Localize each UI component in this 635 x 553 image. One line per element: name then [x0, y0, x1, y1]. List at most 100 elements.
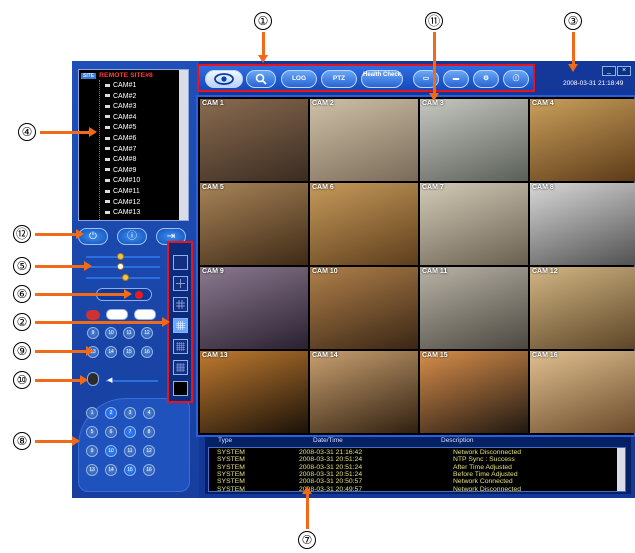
health-check-button[interactable]: Health Check	[361, 70, 403, 88]
channel-button[interactable]: 16	[141, 346, 153, 358]
ptz-channel-button[interactable]: 8	[143, 426, 155, 438]
tree-camera-item[interactable]: CAM#13	[105, 209, 140, 216]
log-cell: 2008-03-31 20:50:57	[299, 478, 363, 486]
minimize-button[interactable]: _	[602, 66, 616, 76]
search-button[interactable]	[246, 70, 276, 88]
site-name: REMOTE SITE#8	[99, 72, 153, 79]
ptz-channel-button[interactable]: 1	[86, 407, 98, 419]
log-cell: SYSTEM	[217, 478, 245, 486]
camera-view[interactable]: CAM 6	[310, 183, 418, 265]
callout-9: ⑨	[13, 342, 31, 360]
callout-5: ⑤	[13, 257, 31, 275]
sequence-icon[interactable]	[86, 310, 100, 320]
camera-label: CAM 11	[422, 268, 448, 275]
channel-button[interactable]: 14	[105, 346, 117, 358]
color-knob[interactable]	[122, 274, 129, 281]
camera-view[interactable]: CAM 16	[530, 351, 635, 433]
ptz-channel-button[interactable]: 14	[105, 464, 117, 476]
gear-icon: ⚙	[483, 75, 489, 82]
ptz-channel-button[interactable]: 16	[143, 464, 155, 476]
camera-view[interactable]: CAM 7	[420, 183, 528, 265]
tree-camera-item[interactable]: CAM#1	[105, 82, 136, 89]
log-button[interactable]: LOG	[281, 70, 317, 88]
camera-view[interactable]: CAM 5	[200, 183, 308, 265]
camera-view[interactable]: CAM 11	[420, 267, 528, 349]
brightness-knob[interactable]	[117, 253, 124, 260]
close-button[interactable]: ×	[617, 66, 631, 76]
tree-scrollbar[interactable]	[179, 70, 188, 220]
volume-slider[interactable]	[106, 380, 158, 382]
camera-view[interactable]: CAM 13	[200, 351, 308, 433]
ptz-channel-button[interactable]: 6	[105, 426, 117, 438]
camera-tree[interactable]: SITE REMOTE SITE#8 CAM#1 CAM#2 CAM#3 CAM#4 CA…	[78, 69, 189, 221]
layout-16-button[interactable]	[173, 318, 188, 333]
ptz-channel-button[interactable]: 10	[105, 445, 117, 457]
camera-view[interactable]: CAM 12	[530, 267, 635, 349]
tree-camera-item[interactable]: CAM#4	[105, 114, 136, 121]
layout-1-button[interactable]	[173, 255, 188, 270]
camera-label: CAM 2	[312, 100, 334, 107]
tree-camera-item[interactable]: CAM#10	[105, 177, 140, 184]
camera-view[interactable]: CAM 14	[310, 351, 418, 433]
ptz-channel-button[interactable]: 12	[143, 445, 155, 457]
tree-camera-item[interactable]: CAM#8	[105, 156, 136, 163]
log-list[interactable]: SYSTEM 2008-03-31 21:16:42 Network Disconn…	[208, 447, 626, 492]
camera-view[interactable]: CAM 2	[310, 99, 418, 181]
log-cell: NTP Sync : Success	[453, 456, 515, 464]
ptz-channel-button[interactable]: 3	[124, 407, 136, 419]
arrow-11	[429, 32, 439, 101]
tree-camera-item[interactable]: CAM#7	[105, 146, 136, 153]
grid-25-icon	[176, 342, 185, 351]
camera-label: CAM 15	[422, 352, 448, 359]
arrow-8	[35, 436, 80, 446]
arrow-6	[35, 289, 132, 299]
channel-button[interactable]: 11	[123, 327, 135, 339]
contrast-knob[interactable]	[117, 263, 124, 270]
ptz-channel-button[interactable]: 5	[86, 426, 98, 438]
camera-view[interactable]: CAM 9	[200, 267, 308, 349]
tree-camera-item[interactable]: CAM#6	[105, 135, 136, 142]
ptz-channel-button[interactable]: 9	[86, 445, 98, 457]
channel-button[interactable]: 15	[123, 346, 135, 358]
camera-view[interactable]: CAM 4	[530, 99, 635, 181]
log-cell: SYSTEM	[217, 456, 245, 464]
ptz-channel-button[interactable]: 11	[124, 445, 136, 457]
microphone-icon[interactable]	[87, 372, 99, 386]
camera-view[interactable]: CAM 15	[420, 351, 528, 433]
ptz-channel-button[interactable]: 4	[143, 407, 155, 419]
tree-camera-item[interactable]: CAM#2	[105, 93, 136, 100]
layout-4-button[interactable]	[173, 276, 188, 291]
camera-view[interactable]: CAM 10	[310, 267, 418, 349]
tree-camera-item[interactable]: CAM#11	[105, 188, 140, 195]
tree-camera-item[interactable]: CAM#12	[105, 199, 140, 206]
split-5-8-button[interactable]	[134, 309, 156, 320]
tree-camera-item[interactable]: CAM#9	[105, 167, 136, 174]
ptz-button[interactable]: PTZ	[321, 70, 357, 88]
tree-root-site[interactable]: SITE REMOTE SITE#8	[81, 72, 153, 79]
fullscreen-button[interactable]	[173, 381, 188, 396]
channel-button[interactable]: 10	[105, 327, 117, 339]
camera-view[interactable]: CAM 8	[530, 183, 635, 265]
ptz-channel-button[interactable]: 2	[105, 407, 117, 419]
channel-button[interactable]: 12	[141, 327, 153, 339]
ptz-channel-button[interactable]: 15	[124, 464, 136, 476]
info-button[interactable]: ⓘ	[503, 70, 529, 88]
camera-label: CAM 5	[202, 184, 224, 191]
camera-view[interactable]: CAM 3	[420, 99, 528, 181]
info-icon: ⓘ	[512, 75, 520, 82]
camera-view[interactable]: CAM 1	[200, 99, 308, 181]
tree-camera-item[interactable]: CAM#5	[105, 124, 136, 131]
tree-camera-item[interactable]: CAM#3	[105, 103, 136, 110]
ptz-channel-button[interactable]: 13	[86, 464, 98, 476]
layout-25-button[interactable]	[173, 339, 188, 354]
info-round-button[interactable]: ⓘ	[117, 228, 147, 245]
ptz-channel-button[interactable]: 7	[124, 426, 136, 438]
log-scrollbar[interactable]	[617, 448, 625, 491]
channel-button[interactable]: 9	[87, 327, 99, 339]
display-settings-button[interactable]: ▬	[443, 70, 469, 88]
layout-36-button[interactable]	[173, 360, 188, 375]
setup-button[interactable]: ⚙	[473, 70, 499, 88]
live-view-button[interactable]	[205, 70, 243, 88]
split-1-4-button[interactable]	[106, 309, 128, 320]
layout-9-button[interactable]	[173, 297, 188, 312]
